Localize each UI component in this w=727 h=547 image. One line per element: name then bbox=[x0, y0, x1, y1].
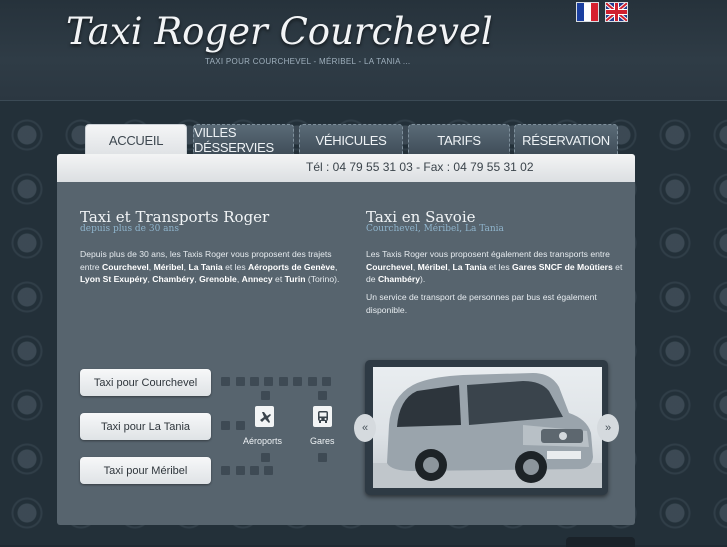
tab-vehicules[interactable]: VÉHICULES bbox=[299, 124, 403, 155]
right-paragraph-bus: Un service de transport de personnes par… bbox=[366, 292, 597, 315]
slider-prev-icon[interactable]: « bbox=[354, 414, 376, 442]
airplane-icon[interactable] bbox=[255, 406, 274, 427]
vehicle-photo bbox=[373, 367, 602, 488]
left-subheading: depuis plus de 30 ans bbox=[80, 224, 179, 234]
taxi-meribel-button[interactable]: Taxi pour Méribel bbox=[80, 457, 211, 484]
site-logo[interactable]: Taxi Roger Courchevel bbox=[66, 10, 493, 53]
french-flag-icon[interactable] bbox=[576, 2, 599, 22]
footer-tab bbox=[566, 537, 635, 547]
tab-reservation[interactable]: RÉSERVATION bbox=[514, 124, 618, 155]
right-paragraph: Les Taxis Roger vous proposent également… bbox=[366, 249, 623, 284]
phone-fax-text: Tél : 04 79 55 31 03 - Fax : 04 79 55 31… bbox=[306, 160, 534, 174]
site-tagline: TAXI POUR COURCHEVEL - MÉRIBEL - LA TANI… bbox=[205, 57, 411, 66]
stations-label[interactable]: Gares bbox=[310, 436, 335, 446]
bus-icon[interactable] bbox=[313, 406, 332, 427]
taxi-courchevel-button[interactable]: Taxi pour Courchevel bbox=[80, 369, 211, 396]
uk-flag-icon[interactable] bbox=[605, 2, 628, 22]
tab-villes-desservies[interactable]: VILLES DÉSSERVIES bbox=[193, 124, 294, 155]
tab-tarifs[interactable]: TARIFS bbox=[408, 124, 510, 155]
taxi-la-tania-button[interactable]: Taxi pour La Tania bbox=[80, 413, 211, 440]
tab-accueil[interactable]: ACCUEIL bbox=[85, 124, 187, 155]
right-subheading: Courchevel, Méribel, La Tania bbox=[366, 224, 504, 234]
slider-next-icon[interactable]: » bbox=[597, 414, 619, 442]
left-paragraph: Depuis plus de 30 ans, les Taxis Roger v… bbox=[80, 249, 340, 284]
airports-label[interactable]: Aéroports bbox=[243, 436, 282, 446]
